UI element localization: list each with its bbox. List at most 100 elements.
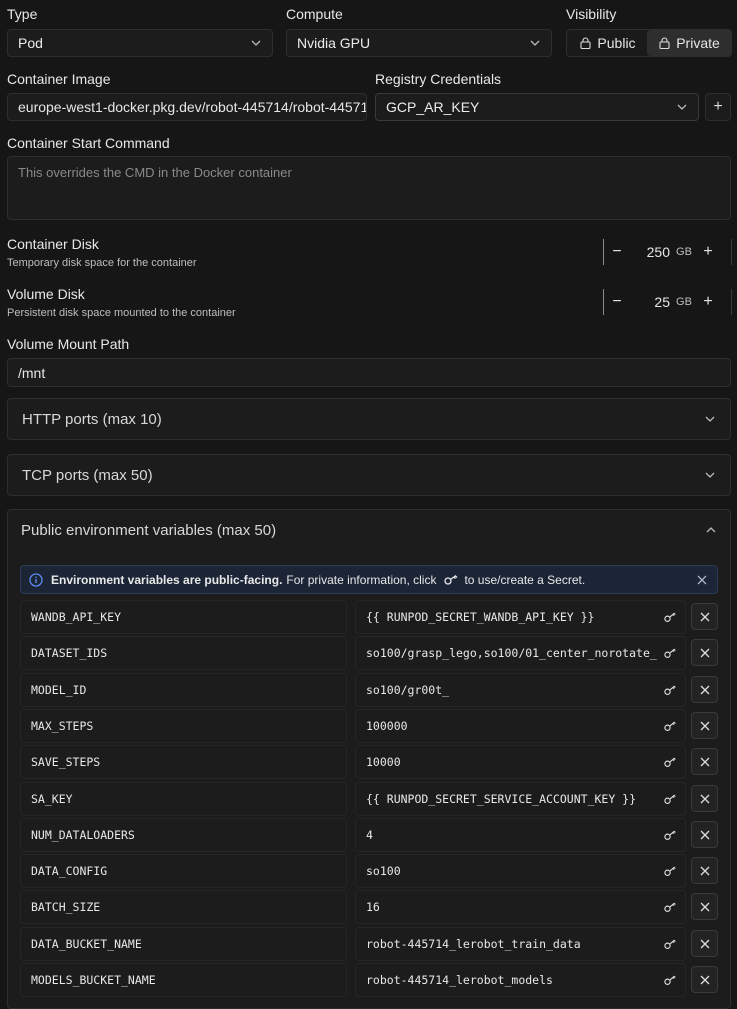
visibility-private-button[interactable]: Private	[647, 30, 732, 56]
env-var-key-input[interactable]: MODELS_BUCKET_NAME	[20, 963, 347, 997]
close-icon	[700, 612, 709, 621]
key-icon[interactable]	[664, 900, 678, 914]
env-var-key: DATA_CONFIG	[31, 864, 108, 878]
type-select-value: Pod	[18, 35, 43, 51]
key-icon[interactable]	[664, 610, 678, 624]
container-disk-value[interactable]: 250	[630, 244, 670, 260]
env-var-value-input[interactable]: robot-445714_lerobot_train_data	[355, 927, 686, 961]
key-icon[interactable]	[664, 646, 678, 660]
close-icon	[700, 830, 709, 839]
start-command-label: Container Start Command	[7, 135, 170, 151]
env-var-key-input[interactable]: MAX_STEPS	[20, 709, 347, 743]
http-ports-accordion[interactable]: HTTP ports (max 10)	[7, 398, 731, 440]
remove-env-var-button[interactable]	[691, 930, 718, 957]
env-var-value-input[interactable]: robot-445714_lerobot_models	[355, 963, 686, 997]
volume-disk-decrement[interactable]: −	[604, 293, 630, 311]
env-var-value-input[interactable]: so100/gr00t_	[355, 673, 686, 707]
env-var-value: so100/gr00t_	[366, 683, 450, 697]
env-var-key-input[interactable]: SA_KEY	[20, 782, 347, 816]
env-var-key-input[interactable]: SAVE_STEPS	[20, 745, 347, 779]
env-var-key-input[interactable]: WANDB_API_KEY	[20, 600, 347, 634]
close-icon	[700, 866, 709, 875]
visibility-label: Visibility	[566, 6, 617, 22]
key-icon[interactable]	[664, 792, 678, 806]
container-image-value: europe-west1-docker.pkg.dev/robot-445714…	[18, 99, 367, 115]
env-vars-accordion-header[interactable]: Public environment variables (max 50)	[7, 509, 731, 551]
volume-disk-increment[interactable]: +	[698, 293, 718, 311]
remove-env-var-button[interactable]	[691, 857, 718, 884]
remove-env-var-button[interactable]	[691, 639, 718, 666]
tcp-ports-accordion[interactable]: TCP ports (max 50)	[7, 454, 731, 496]
container-disk-stepper[interactable]: − 250 GB +	[603, 239, 732, 265]
key-icon[interactable]	[664, 937, 678, 951]
env-var-key-input[interactable]: BATCH_SIZE	[20, 890, 347, 924]
env-var-value: so100	[366, 864, 401, 878]
start-command-textarea[interactable]: This overrides the CMD in the Docker con…	[7, 156, 731, 220]
compute-select[interactable]: Nvidia GPU	[286, 29, 552, 57]
env-var-value: {{ RUNPOD_SECRET_WANDB_API_KEY }}	[366, 610, 595, 624]
volume-disk-unit: GB	[676, 296, 692, 308]
key-icon[interactable]	[664, 755, 678, 769]
env-vars-label: Public environment variables (max 50)	[21, 521, 277, 539]
env-var-key-input[interactable]: DATA_CONFIG	[20, 854, 347, 888]
env-var-value-input[interactable]: {{ RUNPOD_SECRET_SERVICE_ACCOUNT_KEY }}	[355, 782, 686, 816]
remove-env-var-button[interactable]	[691, 603, 718, 630]
env-var-value-input[interactable]: so100/grasp_lego,so100/01_center_norotat…	[355, 636, 686, 670]
env-var-value: robot-445714_lerobot_models	[366, 973, 553, 987]
close-icon	[700, 685, 709, 694]
container-disk-increment[interactable]: +	[698, 243, 718, 261]
env-var-key: SA_KEY	[31, 792, 73, 806]
container-image-input[interactable]: europe-west1-docker.pkg.dev/robot-445714…	[7, 93, 367, 121]
volume-disk-stepper[interactable]: − 25 GB +	[603, 289, 732, 315]
lock-icon	[659, 37, 670, 49]
container-disk-label: Container Disk	[7, 236, 99, 252]
close-icon	[700, 939, 709, 948]
env-var-value-input[interactable]: so100	[355, 854, 686, 888]
remove-env-var-button[interactable]	[691, 966, 718, 993]
env-var-value-input[interactable]: 100000	[355, 709, 686, 743]
env-var-value-input[interactable]: 4	[355, 818, 686, 852]
add-registry-button[interactable]: +	[705, 93, 731, 121]
key-icon[interactable]	[664, 683, 678, 697]
registry-label: Registry Credentials	[375, 71, 502, 87]
chevron-down-icon	[530, 40, 540, 46]
key-icon[interactable]	[664, 864, 678, 878]
key-icon[interactable]	[664, 973, 678, 987]
chevron-down-icon	[251, 40, 261, 46]
env-var-value-input[interactable]: {{ RUNPOD_SECRET_WANDB_API_KEY }}	[355, 600, 686, 634]
container-disk-description: Temporary disk space for the container	[7, 257, 197, 269]
compute-label: Compute	[286, 6, 343, 22]
remove-env-var-button[interactable]	[691, 676, 718, 703]
mount-path-input[interactable]: /mnt	[7, 358, 731, 387]
volume-disk-value[interactable]: 25	[630, 294, 670, 310]
visibility-public-button[interactable]: Public	[569, 32, 647, 54]
env-var-key: DATASET_IDS	[31, 646, 108, 660]
close-icon[interactable]	[697, 575, 707, 585]
env-var-key-input[interactable]: DATASET_IDS	[20, 636, 347, 670]
key-icon[interactable]	[664, 719, 678, 733]
container-disk-decrement[interactable]: −	[604, 243, 630, 261]
env-var-value-input[interactable]: 10000	[355, 745, 686, 779]
remove-env-var-button[interactable]	[691, 893, 718, 920]
remove-env-var-button[interactable]	[691, 712, 718, 739]
chevron-down-icon	[705, 472, 715, 478]
remove-env-var-button[interactable]	[691, 748, 718, 775]
env-var-key-input[interactable]: MODEL_ID	[20, 673, 347, 707]
registry-select[interactable]: GCP_AR_KEY	[375, 93, 699, 121]
env-var-value-input[interactable]: 16	[355, 890, 686, 924]
env-var-value: 16	[366, 900, 380, 914]
compute-select-value: Nvidia GPU	[297, 35, 371, 51]
type-select[interactable]: Pod	[7, 29, 273, 57]
env-var-key: NUM_DATALOADERS	[31, 828, 135, 842]
container-image-label: Container Image	[7, 71, 111, 87]
env-var-key-input[interactable]: NUM_DATALOADERS	[20, 818, 347, 852]
remove-env-var-button[interactable]	[691, 785, 718, 812]
mount-path-value: /mnt	[18, 364, 46, 381]
volume-disk-label: Volume Disk	[7, 286, 85, 302]
chevron-down-icon	[705, 416, 715, 422]
remove-env-var-button[interactable]	[691, 821, 718, 848]
env-var-value: 4	[366, 828, 373, 842]
env-var-key: DATA_BUCKET_NAME	[31, 937, 142, 951]
key-icon[interactable]	[664, 828, 678, 842]
env-var-key-input[interactable]: DATA_BUCKET_NAME	[20, 927, 347, 961]
